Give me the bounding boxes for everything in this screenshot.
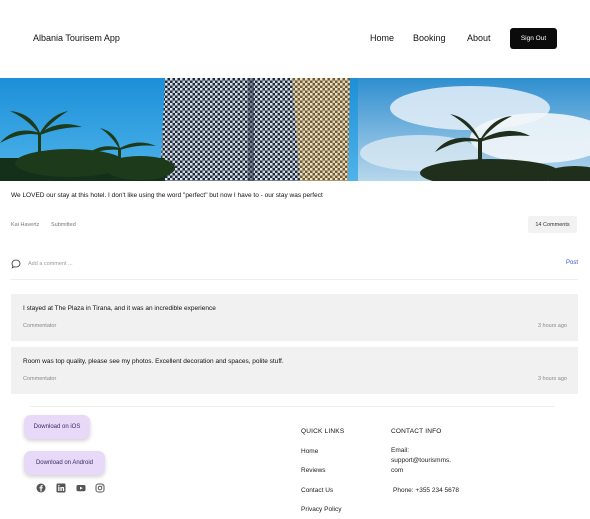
post-button[interactable]: Post bbox=[566, 260, 578, 266]
sign-out-button[interactable]: Sign Out bbox=[510, 28, 557, 49]
nav-booking[interactable]: Booking bbox=[413, 33, 446, 43]
comment-timestamp: 3 hours ago bbox=[537, 323, 567, 329]
footer-link-home[interactable]: Home bbox=[301, 448, 318, 455]
download-ios-button[interactable]: Download on iOS bbox=[24, 415, 90, 439]
download-android-button[interactable]: Download on Android bbox=[24, 451, 105, 475]
comment-card: Room was top quality, please see my phot… bbox=[11, 347, 578, 394]
review-author[interactable]: Kai Havertz bbox=[11, 222, 39, 228]
top-navbar: Albania Tourisem App Home Booking About … bbox=[0, 0, 590, 78]
hotel-banner-image bbox=[0, 78, 590, 181]
contact-email-label: Email: bbox=[391, 447, 410, 454]
comment-text: I stayed at The Plaza in Tirana, and it … bbox=[23, 305, 216, 312]
divider bbox=[11, 279, 578, 280]
comments-count-button[interactable]: 14 Comments bbox=[528, 216, 577, 233]
comment-timestamp: 3 hours ago bbox=[537, 376, 567, 382]
add-comment-input[interactable] bbox=[28, 258, 528, 270]
comment-bubble-icon bbox=[11, 259, 21, 269]
linkedin-icon[interactable] bbox=[56, 483, 66, 493]
youtube-icon[interactable] bbox=[76, 483, 86, 493]
footer-link-reviews[interactable]: Reviews bbox=[301, 467, 326, 474]
contact-info-heading: CONTACT INFO bbox=[391, 428, 442, 435]
contact-email[interactable]: support@tourismms. bbox=[391, 456, 451, 466]
comment-author[interactable]: Commentator bbox=[23, 376, 56, 382]
quick-links-heading: QUICK LINKS bbox=[301, 428, 345, 435]
review-status: Submitted bbox=[51, 222, 76, 228]
nav-home[interactable]: Home bbox=[370, 33, 394, 43]
instagram-icon[interactable] bbox=[95, 483, 105, 493]
footer-link-contact-us[interactable]: Contact Us bbox=[301, 487, 333, 494]
contact-phone: Phone: +355 234 5678 bbox=[393, 487, 459, 494]
comment-card: I stayed at The Plaza in Tirana, and it … bbox=[11, 294, 578, 341]
footer-link-privacy-policy[interactable]: Privacy Policy bbox=[301, 506, 341, 513]
footer-divider bbox=[30, 406, 555, 407]
comment-author[interactable]: Commentator bbox=[23, 323, 56, 329]
app-brand[interactable]: Albania Tourisem App bbox=[33, 33, 120, 43]
review-text: We LOVED our stay at this hotel. I don't… bbox=[11, 192, 323, 199]
contact-email-domain[interactable]: com bbox=[391, 466, 403, 476]
comment-text: Room was top quality, please see my phot… bbox=[23, 358, 284, 365]
facebook-icon[interactable] bbox=[36, 483, 46, 493]
nav-about[interactable]: About bbox=[467, 33, 491, 43]
